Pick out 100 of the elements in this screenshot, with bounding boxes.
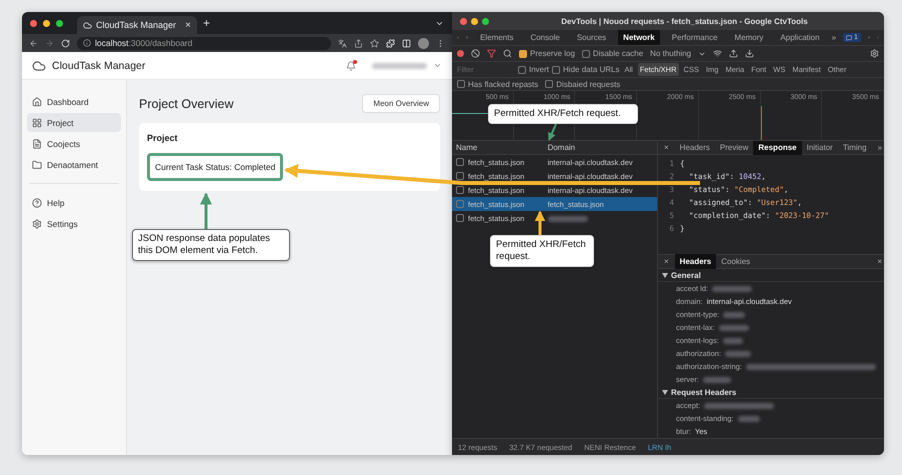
checkbox-label: Disbaied requests — [556, 80, 620, 88]
sidebar-item[interactable]: Coojects — [27, 134, 121, 153]
filter-icon[interactable] — [487, 49, 496, 58]
headers-tab[interactable]: Headers — [674, 254, 716, 269]
folder-icon — [32, 160, 42, 170]
blurred-value — [712, 286, 752, 292]
info-icon — [83, 39, 91, 47]
sidebar-item[interactable]: Help — [27, 193, 121, 212]
sidebar-icon[interactable] — [402, 38, 411, 48]
more-tabs[interactable]: » — [832, 33, 836, 42]
download-icon[interactable] — [745, 49, 754, 58]
share-icon[interactable] — [354, 38, 363, 48]
blurred-value — [738, 416, 760, 422]
checkbox[interactable] — [545, 80, 554, 88]
close-dot[interactable] — [30, 20, 37, 26]
maximize-dot[interactable] — [56, 20, 63, 26]
minimize-dot[interactable] — [43, 20, 50, 26]
detail-tab[interactable]: Response — [753, 140, 802, 155]
section-header[interactable]: General — [658, 269, 884, 282]
blurred-value — [718, 324, 749, 330]
reload-icon[interactable] — [61, 38, 70, 48]
page-title: Project Overview — [139, 96, 234, 110]
sidebar-item[interactable]: Project — [27, 113, 121, 132]
cloud-icon — [83, 20, 92, 30]
devtools-tab[interactable]: Console — [525, 30, 565, 45]
close-panel[interactable]: × — [871, 257, 884, 266]
devtools-tab[interactable]: Sources — [572, 30, 612, 45]
throttling-select[interactable]: No thuthing — [650, 49, 692, 58]
headers-tab[interactable]: Cookies — [716, 254, 756, 269]
devtools-tab[interactable]: Performance — [666, 30, 723, 45]
home-icon — [32, 96, 42, 106]
new-tab-button[interactable]: + — [203, 16, 210, 30]
arrow — [548, 124, 557, 141]
devtools-tab[interactable]: Elements — [475, 30, 518, 45]
column-header[interactable]: Name — [452, 143, 544, 152]
tab-close[interactable]: × — [185, 20, 191, 30]
checkbox[interactable] — [519, 50, 527, 58]
checkbox[interactable] — [518, 66, 526, 74]
back-icon[interactable] — [29, 38, 38, 48]
blurred-value — [722, 338, 743, 344]
annotation-callout: Permitted XHR/Fetch request. — [490, 235, 594, 267]
annotation-callout: JSON response data populates this DOM element via Fetch. — [132, 229, 290, 261]
devtools-tab[interactable]: Application — [775, 30, 825, 45]
detail-tab[interactable]: Timing — [838, 140, 872, 155]
maximize-dot[interactable] — [482, 18, 489, 24]
browser-tab[interactable]: CloudTask Manager × — [77, 16, 197, 34]
blurred-domain — [548, 216, 588, 222]
sidebar-item[interactable]: Denaotament — [27, 155, 121, 174]
detail-tab[interactable]: Preview — [714, 140, 754, 155]
record-icon[interactable] — [457, 50, 464, 57]
close-panel[interactable]: × — [658, 143, 675, 152]
more-tabs[interactable]: » — [872, 143, 884, 152]
detail-tab[interactable]: Initiator — [802, 140, 838, 155]
puzzle-icon[interactable] — [386, 38, 395, 48]
overview-button[interactable]: Meon Overview — [362, 94, 440, 113]
detail-tab[interactable]: Headers — [674, 140, 715, 155]
minimize-dot[interactable] — [471, 18, 478, 24]
checkbox-label: Invert — [529, 65, 550, 74]
cloud-icon — [32, 58, 46, 72]
expand-triangle-icon — [662, 272, 668, 278]
devtools-tab[interactable]: Network — [618, 30, 660, 45]
column-header[interactable]: Domain — [544, 143, 657, 152]
checkbox-label: Preserve log — [530, 49, 575, 58]
notification-icon[interactable] — [346, 60, 356, 70]
blurred-value — [704, 402, 774, 408]
upload-icon[interactable] — [729, 49, 738, 58]
close-dot[interactable] — [460, 18, 467, 24]
help-icon — [32, 198, 42, 208]
document-icon — [32, 138, 42, 148]
translate-icon[interactable] — [338, 38, 347, 48]
address-bar[interactable]: localhost:3000/dashboard — [77, 36, 331, 50]
notification-dot — [353, 60, 357, 64]
checkbox[interactable] — [552, 66, 560, 74]
arrow — [534, 210, 546, 236]
close-panel[interactable]: × — [658, 257, 675, 266]
blurred-value — [702, 376, 731, 382]
blurred-account-name — [372, 62, 427, 68]
clear-icon[interactable] — [471, 49, 480, 58]
blurred-value — [725, 350, 752, 356]
checkbox-label: Has flacked repasts — [468, 80, 538, 88]
devtools-tab[interactable]: Memory — [730, 30, 768, 45]
star-icon[interactable] — [370, 38, 379, 48]
annotation-callout: Permitted XHR/Fetch request. — [488, 104, 638, 124]
app-brand: CloudTask Manager — [52, 60, 146, 72]
section-header[interactable]: Request Headers — [658, 386, 884, 399]
window-title: DevTools | Nouod requests - fetch_status.json - Google CtvTools — [560, 16, 809, 26]
checkbox-label: Hide data URLs — [563, 65, 620, 74]
search-icon[interactable] — [503, 49, 512, 58]
arrow — [200, 192, 212, 229]
task-status: Current Task Status: Completed — [147, 153, 284, 181]
profile-avatar[interactable] — [418, 38, 429, 48]
wifi-icon[interactable] — [713, 49, 722, 58]
checkbox[interactable] — [582, 50, 590, 58]
checkbox-label: Disable cache — [592, 49, 644, 58]
sidebar-item[interactable]: Dashboard — [27, 92, 121, 111]
expand-triangle-icon — [662, 390, 668, 394]
checkbox[interactable] — [457, 80, 465, 88]
sidebar-item[interactable]: Settings — [27, 214, 121, 233]
card-title: Project — [147, 133, 178, 143]
blurred-value — [723, 312, 746, 318]
